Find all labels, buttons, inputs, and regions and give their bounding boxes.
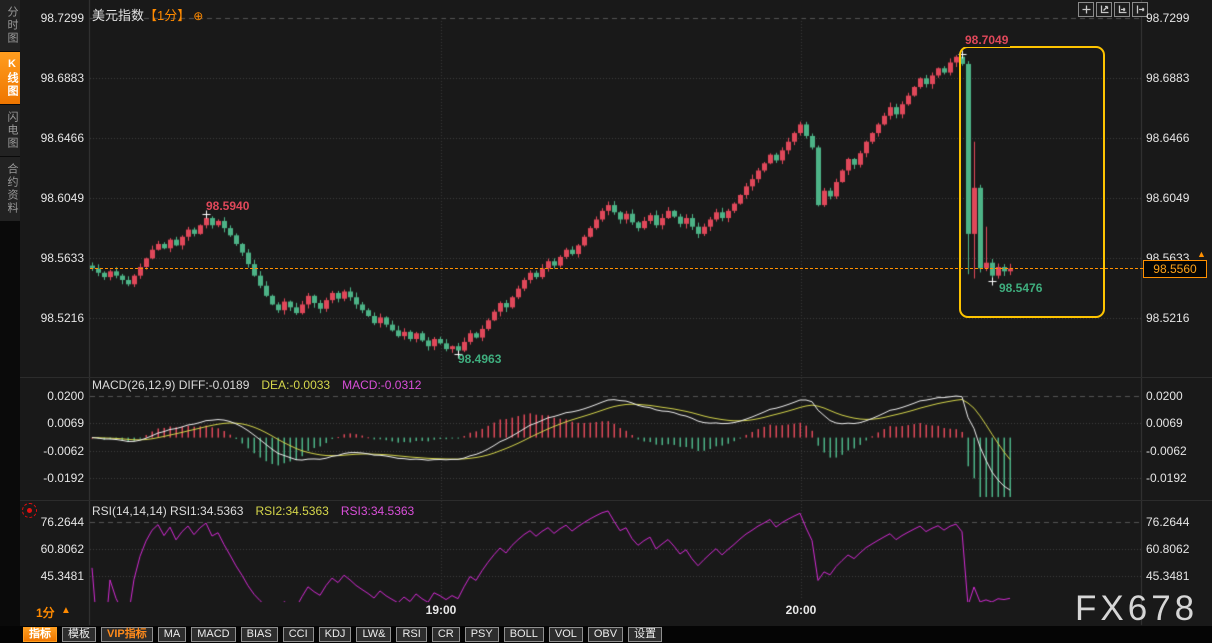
- tab-LW&[interactable]: LW&: [356, 627, 391, 642]
- macd-axis-label: -0.0062: [1146, 444, 1187, 458]
- price-axis-label: 98.7299: [1146, 11, 1189, 25]
- period-label[interactable]: 1分: [36, 604, 55, 621]
- macd-axis-label: -0.0192: [20, 471, 84, 485]
- price-axis-label: 98.5216: [1146, 311, 1189, 325]
- move-tool-icon[interactable]: [1078, 2, 1094, 17]
- sidebar-item-contract-info[interactable]: 合约资料: [0, 157, 20, 222]
- rsi3-value: RSI3:34.5363: [341, 504, 414, 518]
- macd-axis-label: 0.0069: [1146, 416, 1183, 430]
- time-axis-label: 19:00: [426, 603, 457, 617]
- tab-VOL[interactable]: VOL: [549, 627, 583, 642]
- highlight-box[interactable]: [959, 46, 1105, 318]
- panel-separator: [20, 500, 1212, 501]
- macd-axis-label: -0.0062: [20, 444, 84, 458]
- period-dropdown-arrow-icon[interactable]: ▲: [61, 605, 71, 616]
- tab-BIAS[interactable]: BIAS: [241, 627, 278, 642]
- macd-axis-label: 0.0069: [20, 416, 84, 430]
- tab-RSI[interactable]: RSI: [396, 627, 426, 642]
- symbol-name: 美元指数: [92, 8, 144, 23]
- tab-CR[interactable]: CR: [432, 627, 460, 642]
- macd-axis-label: 0.0200: [1146, 389, 1183, 403]
- price-axis-label: 98.7299: [20, 11, 84, 25]
- indicator-tabs: 指标模板 VIP指标 MA MACD BIAS CCI KDJ LW&RSI CR PSY BOLL…: [23, 627, 662, 642]
- tab-OBV[interactable]: OBV: [588, 627, 623, 642]
- price-axis-label: 98.6049: [20, 191, 84, 205]
- tab-MACD[interactable]: MACD: [191, 627, 235, 642]
- sidebar-item-lightning[interactable]: 闪电图: [0, 105, 20, 157]
- rsi-axis-label: 60.8062: [1146, 542, 1189, 556]
- current-price-line: [90, 268, 1143, 269]
- tab-模板[interactable]: 模板: [62, 627, 96, 642]
- session-low-label: 98.5476: [999, 281, 1042, 295]
- price-axis-label: 98.6049: [1146, 191, 1189, 205]
- macd-axis-label: -0.0192: [1146, 471, 1187, 485]
- time-axis-label: 20:00: [786, 603, 817, 617]
- watermark: FX678: [1075, 589, 1198, 629]
- swing-low-label: 98.4963: [458, 352, 501, 366]
- tab-PSY[interactable]: PSY: [465, 627, 499, 642]
- rsi-axis-label: 45.3481: [20, 569, 84, 583]
- sidebar-item-kline[interactable]: K线图: [0, 52, 20, 105]
- alert-icon[interactable]: [22, 503, 37, 518]
- sidebar: 分时图 K线图 闪电图 合约资料: [0, 0, 20, 643]
- tab-CCI[interactable]: CCI: [283, 627, 314, 642]
- current-price-arrow-icon: ▲: [1197, 249, 1206, 259]
- rsi-axis-label: 45.3481: [1146, 569, 1189, 583]
- tab-BOLL[interactable]: BOLL: [504, 627, 544, 642]
- tab-设置[interactable]: 设置: [628, 627, 662, 642]
- price-axis-label: 98.6883: [1146, 71, 1189, 85]
- chart-toolbar: [1078, 2, 1148, 17]
- macd-title: MACD(26,12,9) DIFF:-0.0189: [92, 378, 249, 392]
- rsi-axis-label: 76.2644: [1146, 515, 1189, 529]
- chart-application: 分时图 K线图 闪电图 合约资料 美元指数【1分】⊕ 98.5940 98.49…: [0, 0, 1212, 643]
- rsi2-value: RSI2:34.5363: [255, 504, 328, 518]
- sidebar-item-timeshare[interactable]: 分时图: [0, 0, 20, 52]
- macd-header: MACD(26,12,9) DIFF:-0.0189 DEA:-0.0033 MAC…: [92, 378, 421, 392]
- price-axis-label: 98.6466: [1146, 131, 1189, 145]
- price-axis-label: 98.5216: [20, 311, 84, 325]
- macd-axis-label: 0.0200: [20, 389, 84, 403]
- rsi-axis-label: 60.8062: [20, 542, 84, 556]
- macd-value: MACD:-0.0312: [342, 378, 421, 392]
- zoom-y-axis-icon[interactable]: [1096, 2, 1112, 17]
- chart-title: 美元指数【1分】⊕: [92, 5, 203, 24]
- link-icon[interactable]: ⊕: [193, 9, 203, 23]
- tab-MA[interactable]: MA: [158, 627, 187, 642]
- rsi-header: RSI(14,14,14) RSI1:34.5363 RSI2:34.5363 RS…: [92, 504, 414, 518]
- macd-dea-value: DEA:-0.0033: [261, 378, 330, 392]
- tab-KDJ[interactable]: KDJ: [319, 627, 352, 642]
- price-axis-label: 98.6466: [20, 131, 84, 145]
- price-axis-label: 98.6883: [20, 71, 84, 85]
- current-price-tag: 98.5560: [1143, 260, 1207, 278]
- swing-high-label: 98.5940: [206, 199, 249, 213]
- price-axis-label: 98.5633: [20, 251, 84, 265]
- session-high-label: 98.7049: [963, 33, 1010, 47]
- tab-VIP指标[interactable]: VIP指标: [101, 627, 153, 642]
- rsi-title: RSI(14,14,14) RSI1:34.5363: [92, 504, 243, 518]
- tab-指标[interactable]: 指标: [23, 627, 57, 642]
- period-tag: 【1分】: [144, 8, 190, 23]
- zoom-x-axis-icon[interactable]: [1114, 2, 1130, 17]
